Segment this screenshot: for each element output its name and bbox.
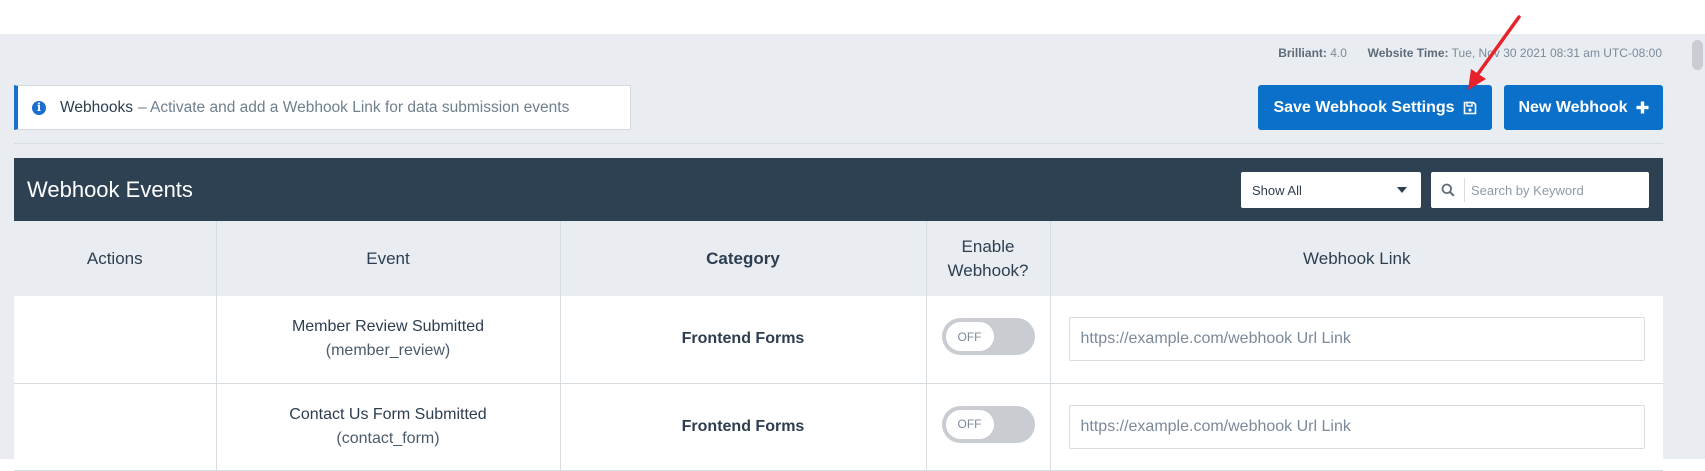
event-key: (member_review)	[325, 342, 451, 360]
row-category-cell: Frontend Forms	[560, 383, 927, 471]
webhooks-notice: i Webhooks – Activate and add a Webhook …	[14, 85, 631, 130]
row-actions-cell	[14, 296, 217, 384]
table-row: Member Review Submitted (member_review) …	[14, 296, 1663, 384]
webhook-link-input[interactable]	[1068, 317, 1645, 362]
new-webhook-button[interactable]: New Webhook	[1504, 85, 1663, 130]
filter-selected-value: Show All	[1252, 182, 1302, 198]
event-name: Member Review Submitted	[291, 318, 485, 336]
notice-title: Webhooks	[60, 98, 133, 116]
scrollbar-thumb[interactable]	[1692, 40, 1703, 70]
header-event[interactable]: Event	[216, 221, 561, 296]
enable-webhook-toggle[interactable]: OFF	[941, 318, 1035, 356]
floppy-disk-icon	[1463, 101, 1477, 115]
search-input[interactable]	[1465, 182, 1635, 198]
brilliant-version: 4.0	[1330, 46, 1347, 60]
row-link-cell	[1050, 383, 1663, 471]
scrollbar-track[interactable]	[1690, 34, 1705, 459]
header-enable-line2: Webhook?	[947, 260, 1029, 280]
header-category[interactable]: Category	[560, 221, 927, 296]
panel-title: Webhook Events	[27, 177, 193, 202]
header-enable-line1: Enable	[961, 236, 1015, 256]
row-category-cell: Frontend Forms	[560, 296, 927, 384]
row-enable-cell: OFF	[926, 383, 1051, 471]
event-name: Contact Us Form Submitted	[289, 405, 487, 423]
toggle-label: OFF	[945, 409, 994, 439]
row-event-cell: Contact Us Form Submitted (contact_form)	[216, 383, 561, 471]
table-row: Contact Us Form Submitted (contact_form)…	[14, 383, 1663, 471]
webhook-link-input[interactable]	[1068, 404, 1645, 449]
plus-icon	[1636, 101, 1649, 114]
enable-webhook-toggle[interactable]: OFF	[941, 405, 1035, 443]
row-event-cell: Member Review Submitted (member_review)	[216, 296, 561, 384]
save-button-label: Save Webhook Settings	[1273, 98, 1455, 116]
divider	[14, 143, 1663, 144]
row-link-cell	[1050, 296, 1663, 384]
header-enable-webhook[interactable]: Enable Webhook?	[926, 221, 1051, 296]
new-button-label: New Webhook	[1518, 98, 1628, 116]
notice-text: – Activate and add a Webhook Link for da…	[137, 98, 570, 116]
brilliant-label: Brilliant:	[1278, 46, 1327, 60]
header-actions[interactable]: Actions	[14, 221, 217, 296]
webhook-events-header: Webhook Events Show All	[14, 158, 1663, 221]
header-webhook-link[interactable]: Webhook Link	[1050, 221, 1663, 296]
info-icon: i	[32, 100, 46, 115]
annotation-arrow-icon	[1468, 15, 1521, 90]
search-box[interactable]	[1431, 172, 1649, 208]
row-enable-cell: OFF	[926, 296, 1051, 384]
search-icon	[1431, 178, 1465, 202]
toggle-label: OFF	[945, 322, 994, 352]
row-actions-cell	[14, 383, 217, 471]
website-time-label: Website Time:	[1367, 46, 1449, 60]
filter-select[interactable]: Show All	[1241, 172, 1421, 208]
table-header-row: Actions Event Category Enable Webhook? W…	[14, 221, 1663, 296]
webhook-events-table: Actions Event Category Enable Webhook? W…	[14, 221, 1663, 471]
top-bar	[0, 0, 1705, 34]
event-key: (contact_form)	[336, 429, 440, 447]
chevron-down-icon	[1397, 187, 1407, 193]
